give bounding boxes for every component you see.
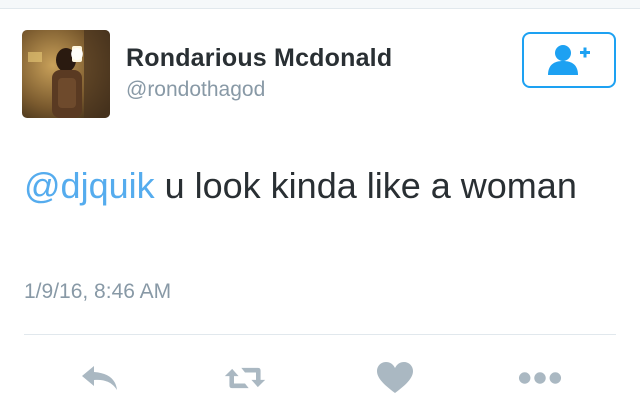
top-divider xyxy=(0,0,640,9)
like-button[interactable] xyxy=(373,358,417,398)
reply-button[interactable] xyxy=(78,358,122,398)
user-handle[interactable]: @rondothagod xyxy=(126,78,265,102)
more-icon xyxy=(518,372,562,384)
add-user-icon xyxy=(548,45,590,75)
retweet-button[interactable] xyxy=(223,358,267,398)
timestamp[interactable]: 1/9/16, 8:46 AM xyxy=(24,280,171,304)
heart-icon xyxy=(377,362,413,393)
tweet-page: Rondarious Mcdonald @rondothagod @djquik… xyxy=(0,0,640,412)
tweet-body: u look kinda like a woman xyxy=(154,165,577,206)
divider xyxy=(24,334,616,335)
follow-button[interactable] xyxy=(522,32,616,88)
display-name[interactable]: Rondarious Mcdonald xyxy=(126,44,392,73)
reply-icon xyxy=(82,366,117,390)
tweet-text: @djquik u look kinda like a woman xyxy=(24,160,614,212)
retweet-icon xyxy=(224,367,266,389)
avatar[interactable] xyxy=(22,30,110,118)
avatar-image xyxy=(22,30,110,118)
mention-link[interactable]: @djquik xyxy=(24,165,155,206)
more-button[interactable] xyxy=(518,358,562,398)
